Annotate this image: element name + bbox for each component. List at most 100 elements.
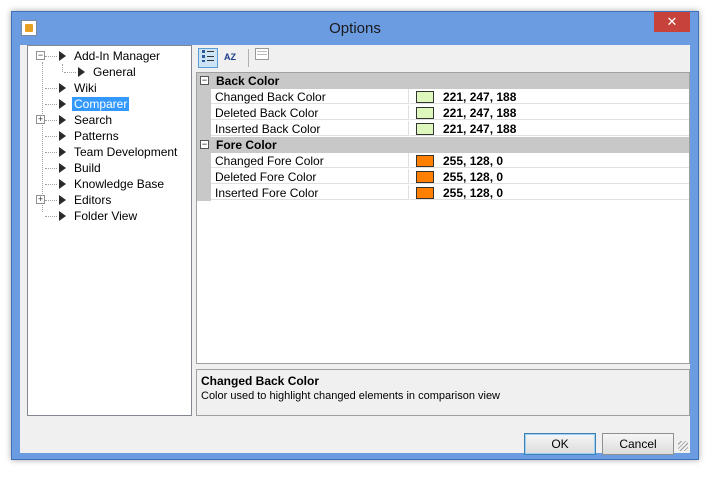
tree-item-editors[interactable]: + Editors (36, 192, 113, 208)
property-value[interactable]: 255, 128, 0 (410, 153, 689, 168)
sort-alphabetical-icon: AZ (224, 52, 236, 62)
tree-item-label: General (93, 65, 136, 79)
color-swatch (416, 171, 434, 183)
category-label: Back Color (216, 74, 280, 88)
tree-item-label: Editors (74, 193, 112, 207)
tree-guide-line (42, 62, 43, 212)
property-grid[interactable]: − Back Color Changed Back Color 221, 247… (196, 72, 690, 364)
tree-item-search[interactable]: + Search (36, 112, 114, 128)
tree-connector (45, 136, 57, 137)
arrow-right-icon (59, 131, 66, 141)
tree-item-label: Add-In Manager (74, 49, 161, 63)
tree-item-label: Patterns (74, 129, 119, 143)
tree-guide-line (62, 64, 63, 72)
tree-item-build[interactable]: Build (45, 160, 103, 176)
tree-connector (45, 184, 57, 185)
tree-connector (45, 168, 57, 169)
property-name: Changed Back Color (211, 89, 409, 104)
row-gutter (197, 169, 211, 185)
arrow-right-icon (59, 83, 66, 93)
property-row-deleted-fore-color[interactable]: Deleted Fore Color 255, 128, 0 (197, 169, 689, 185)
color-value: 221, 247, 188 (443, 122, 517, 136)
tree-item-folder-view[interactable]: Folder View (45, 208, 139, 224)
ok-button[interactable]: OK (524, 433, 596, 455)
property-name: Inserted Back Color (211, 121, 409, 136)
resize-grip-icon[interactable] (678, 441, 688, 451)
tree-connector (45, 104, 57, 105)
tree-connector (45, 88, 57, 89)
dialog-client-area: − Add-In Manager General Wiki Comparer +… (20, 45, 690, 455)
property-toolbar: AZ (196, 45, 690, 71)
color-swatch (416, 107, 434, 119)
property-value[interactable]: 221, 247, 188 (410, 105, 689, 120)
color-value: 221, 247, 188 (443, 106, 517, 120)
title-bar[interactable]: Options ✕ (12, 12, 698, 45)
row-gutter (197, 121, 211, 137)
row-gutter (197, 153, 211, 169)
tree-item-label: Wiki (74, 81, 97, 95)
property-name: Inserted Fore Color (211, 185, 409, 200)
description-text: Color used to highlight changed elements… (201, 390, 501, 402)
property-pages-button[interactable] (252, 48, 272, 68)
property-panel: AZ − Back Color Changed Back Color 221, … (196, 45, 690, 416)
property-name: Deleted Fore Color (211, 169, 409, 184)
category-fore-color[interactable]: − Fore Color (197, 137, 689, 153)
tree-item-wiki[interactable]: Wiki (45, 80, 99, 96)
category-label: Fore Color (216, 138, 277, 152)
property-value[interactable]: 221, 247, 188 (410, 121, 689, 136)
tree-connector (45, 56, 57, 57)
tree-item-knowledge-base[interactable]: Knowledge Base (45, 176, 166, 192)
color-swatch (416, 187, 434, 199)
category-back-color[interactable]: − Back Color (197, 73, 689, 89)
collapse-icon[interactable]: − (200, 76, 209, 85)
property-value[interactable]: 221, 247, 188 (410, 89, 689, 104)
arrow-right-icon (59, 179, 66, 189)
tree-item-add-in-manager[interactable]: − Add-In Manager (36, 48, 162, 64)
property-pages-icon (255, 48, 269, 60)
row-gutter (197, 185, 211, 201)
tree-connector (45, 200, 57, 201)
property-description-pane: Changed Back Color Color used to highlig… (196, 369, 690, 416)
row-gutter (197, 105, 211, 121)
tree-item-label: Comparer (72, 97, 130, 111)
color-value: 255, 128, 0 (443, 186, 504, 200)
property-value[interactable]: 255, 128, 0 (410, 185, 689, 200)
categorized-icon (202, 50, 214, 62)
tree-item-label: Search (74, 113, 113, 127)
tree-item-label: Build (74, 161, 101, 175)
color-value: 221, 247, 188 (443, 90, 517, 104)
tree-item-team-development[interactable]: Team Development (45, 144, 179, 160)
property-row-inserted-fore-color[interactable]: Inserted Fore Color 255, 128, 0 (197, 185, 689, 201)
expand-icon[interactable]: + (36, 115, 45, 124)
color-value: 255, 128, 0 (443, 154, 504, 168)
property-value[interactable]: 255, 128, 0 (410, 169, 689, 184)
arrow-right-icon (59, 195, 66, 205)
tree-item-label: Team Development (74, 145, 178, 159)
property-row-changed-fore-color[interactable]: Changed Fore Color 255, 128, 0 (197, 153, 689, 169)
property-name: Deleted Back Color (211, 105, 409, 120)
tree-connector (45, 216, 57, 217)
close-button[interactable]: ✕ (654, 12, 690, 32)
arrow-right-icon (78, 67, 85, 77)
options-dialog: Options ✕ − Add-In Manager General Wiki (11, 11, 699, 460)
tree-item-patterns[interactable]: Patterns (45, 128, 121, 144)
description-title: Changed Back Color (201, 374, 320, 388)
alphabetical-button[interactable]: AZ (220, 48, 240, 68)
tree-item-label: Folder View (74, 209, 138, 223)
tree-item-comparer[interactable]: Comparer (45, 96, 130, 112)
cancel-button[interactable]: Cancel (602, 433, 674, 455)
property-row-deleted-back-color[interactable]: Deleted Back Color 221, 247, 188 (197, 105, 689, 121)
collapse-icon[interactable]: − (36, 51, 45, 60)
property-row-changed-back-color[interactable]: Changed Back Color 221, 247, 188 (197, 89, 689, 105)
tree-connector (64, 72, 76, 73)
options-tree[interactable]: − Add-In Manager General Wiki Comparer +… (27, 45, 192, 416)
categorized-button[interactable] (198, 48, 218, 68)
arrow-right-icon (59, 163, 66, 173)
collapse-icon[interactable]: − (200, 140, 209, 149)
arrow-right-icon (59, 115, 66, 125)
arrow-right-icon (59, 51, 66, 61)
expand-icon[interactable]: + (36, 195, 45, 204)
arrow-right-icon (59, 211, 66, 221)
tree-item-general[interactable]: General (64, 64, 138, 80)
property-row-inserted-back-color[interactable]: Inserted Back Color 221, 247, 188 (197, 121, 689, 137)
